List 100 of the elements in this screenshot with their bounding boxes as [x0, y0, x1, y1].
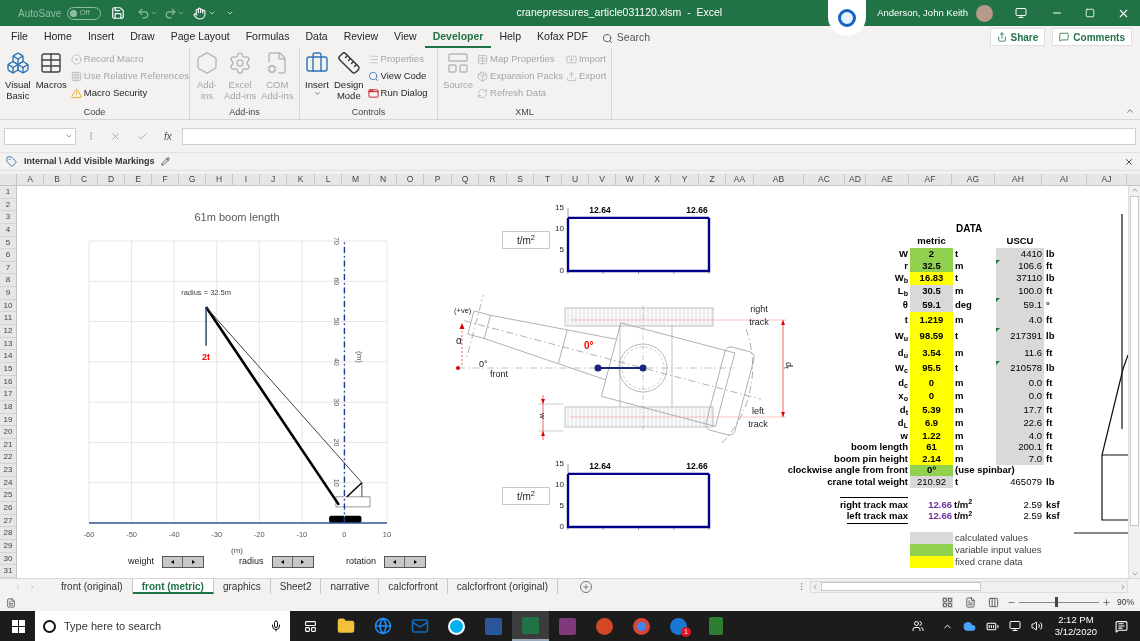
row-label: right track max — [839, 497, 908, 513]
row-label: boom pin height — [834, 452, 908, 466]
row-label: W$_{b}$ — [894, 271, 908, 286]
spinner-label: radius — [239, 555, 264, 568]
tick-label: 0 — [559, 522, 564, 532]
value-cell: 11.6 — [996, 345, 1044, 361]
legend-label: variable input values — [955, 542, 1042, 557]
value-cell: 2 — [910, 248, 953, 260]
table-title: DATA — [956, 221, 983, 236]
group-label: Code — [82, 106, 107, 119]
value-cell: 1.22 — [910, 430, 953, 442]
value-cell: 210578 — [996, 361, 1044, 376]
unit-label: ft — [1046, 416, 1053, 431]
group-label: XML — [514, 106, 535, 119]
unit-label: t/m$^{2}$ — [954, 497, 973, 511]
unit-label: ° — [1046, 297, 1050, 312]
unit-label: t — [955, 361, 960, 376]
value-cell: 7.0 — [996, 453, 1044, 465]
unit-label: m — [955, 312, 965, 327]
pressure-value: 2.59 — [1022, 497, 1043, 512]
axis-title: (m) — [231, 546, 243, 555]
value-cell: 106.6 — [996, 260, 1044, 272]
info-text: Internal \ Add Visible Markings — [24, 154, 155, 168]
row-label: boom length — [851, 440, 908, 455]
value-cell: 3.54 — [910, 345, 953, 361]
unit-label: lb — [1046, 271, 1055, 286]
value-cell: 5.39 — [910, 403, 953, 417]
autosave-label: AutoSave — [18, 6, 62, 21]
value-cell-text: 465079 — [1009, 476, 1043, 488]
track-label: right track — [748, 303, 770, 329]
unit-label: t — [955, 475, 960, 489]
tick-label: 0 — [559, 266, 564, 276]
boom-angle: 0° — [584, 341, 594, 351]
value-cell: 95.5 — [910, 361, 953, 376]
unit-label: t — [955, 271, 960, 286]
row-label: W$_{u}$ — [894, 329, 908, 344]
value-cell: 59.1 — [996, 298, 1044, 312]
unit-label: lb — [1046, 329, 1055, 344]
unit-label: lb — [1046, 474, 1055, 489]
value-cell: 32.5 — [910, 260, 953, 272]
unit-label: lb — [1046, 246, 1055, 261]
value-cell: 0º — [910, 465, 953, 476]
data-label: 12.64 — [589, 204, 611, 215]
unit-label: ksf — [1046, 497, 1060, 512]
unit-label: deg — [955, 297, 973, 312]
unit-label: m — [955, 416, 965, 431]
annotation: 2t — [202, 351, 211, 362]
value-cell: 6.9 — [910, 417, 953, 430]
row-label: crane total weight — [827, 475, 908, 489]
tick-label: 5 — [559, 245, 564, 255]
dimension-label: w — [537, 413, 546, 419]
row-label: d$_{t}$ — [899, 402, 908, 418]
row-label: W — [899, 246, 908, 261]
data-label: 12.66 — [686, 204, 708, 215]
value-cell: 210.92 — [910, 476, 953, 488]
unit-label: ft — [1046, 284, 1053, 299]
tick-label: 15 — [555, 203, 564, 213]
unit-label: lb — [1046, 361, 1055, 376]
tick-label: 5 — [559, 501, 564, 511]
value-cell: 0 — [910, 376, 953, 390]
unit-label: m — [955, 345, 965, 360]
column-header: metric — [916, 233, 947, 248]
value-cell: 1.219 — [910, 312, 953, 328]
pressure-value: 12.66 — [927, 509, 953, 524]
row-label: x$_{o}$ — [898, 389, 908, 404]
unit-label: m — [955, 428, 965, 443]
row-label: L$_{b}$ — [897, 284, 908, 299]
tick-label: 15 — [555, 459, 564, 469]
unit-label: ft — [1046, 312, 1053, 327]
unit-label: ft — [1046, 258, 1053, 273]
row-label: W$_{c}$ — [895, 361, 908, 376]
unit-label: t/m$^{2}$ — [954, 509, 973, 524]
unit-label: ksf — [1046, 509, 1060, 524]
value-cell: 59.1 — [910, 298, 953, 312]
unit-label: ft — [1046, 389, 1053, 404]
track-label: left track — [747, 405, 769, 431]
user-name: Anderson, John Keith — [877, 5, 968, 20]
unit-label: ft — [1046, 345, 1053, 360]
chart-title: 61m boom length — [194, 211, 280, 223]
front-label: front — [490, 370, 508, 379]
value-cell: 17.7 — [996, 403, 1044, 417]
legend-label: fixed crane data — [955, 555, 1023, 569]
row-label: clockwise angle from front — [787, 464, 908, 478]
value-cell: 16.83 — [910, 272, 953, 285]
group-label: Add-ins — [228, 106, 261, 119]
axis-title: (m) — [355, 351, 364, 363]
row-label: w — [900, 428, 908, 443]
unit-label: m — [955, 284, 965, 299]
row-label: d$_{L}$ — [897, 416, 908, 431]
value-cell: 61 — [910, 442, 953, 453]
row-label: r — [904, 258, 908, 273]
value-cell: 0.0 — [996, 390, 1044, 403]
tick-label: 10 — [555, 224, 564, 234]
axis-title-box: t/m$^{2}$ — [502, 231, 550, 249]
unit-label: m — [955, 375, 965, 390]
angle-symbol: α — [456, 336, 462, 346]
value-cell: 30.5 — [910, 285, 953, 298]
unit-label: m — [955, 402, 965, 417]
spinner-label: weight — [128, 555, 154, 568]
front-angle: 0° — [479, 360, 488, 369]
